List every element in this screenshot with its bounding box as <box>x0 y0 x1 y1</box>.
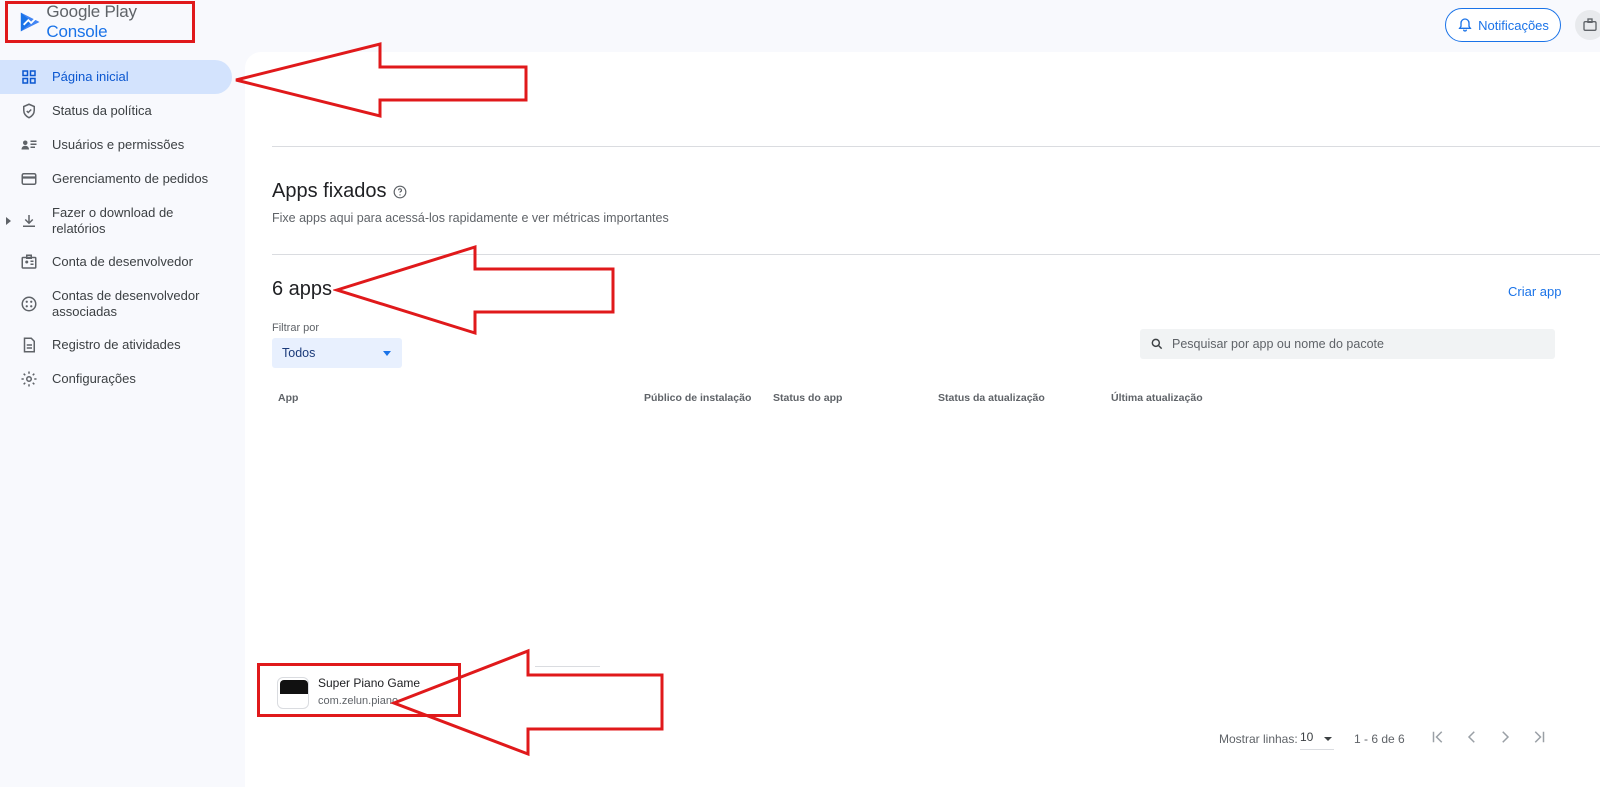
top-app-bar: Google Play Console Notificações <box>0 0 1600 50</box>
dropdown-caret-icon <box>1324 737 1332 741</box>
id-badge-icon <box>20 253 38 271</box>
sidebar-item-label: Contas de desenvolvedor associadas <box>52 287 200 319</box>
create-app-link[interactable]: Criar app <box>1508 284 1561 299</box>
users-list-icon <box>20 136 38 154</box>
sidebar-item-label: Conta de desenvolvedor <box>52 254 193 269</box>
sidebar-item-developer-account[interactable]: Conta de desenvolvedor <box>0 245 240 279</box>
gear-icon <box>20 370 38 388</box>
sidebar-item-linked-accounts[interactable]: Contas de desenvolvedor associadas <box>0 279 240 328</box>
notifications-button[interactable]: Notificações <box>1445 8 1561 42</box>
annotation-box-app-row <box>257 663 461 717</box>
filter-dropdown[interactable]: Todos <box>272 338 402 368</box>
credit-card-icon <box>20 170 38 188</box>
google-play-console-logo[interactable]: Google Play Console <box>5 1 195 43</box>
row-separator <box>535 666 600 667</box>
brand-name: Google Play Console <box>46 2 192 42</box>
sidebar-item-orders[interactable]: Gerenciamento de pedidos <box>0 162 240 196</box>
download-icon <box>20 212 38 230</box>
apps-count-title: 6 apps <box>272 278 333 300</box>
brand-google-play: Google Play <box>46 2 137 21</box>
sidebar-item-label: Página inicial <box>52 69 129 84</box>
chevron-right-icon <box>1502 731 1510 743</box>
column-header-app-status[interactable]: Status do app <box>773 392 842 404</box>
chevron-left-icon <box>1467 731 1475 743</box>
rows-per-page-value: 10 <box>1300 730 1314 744</box>
dropdown-caret-icon <box>383 351 391 356</box>
linked-accounts-icon <box>20 295 38 313</box>
sidebar-item-home[interactable]: Página inicial <box>0 60 232 94</box>
bell-icon <box>1458 18 1472 32</box>
sidebar-item-label: Fazer o download de relatórios <box>52 204 174 236</box>
filter-label: Filtrar por <box>272 322 320 334</box>
rows-per-page-label: Mostrar linhas: <box>1219 732 1298 746</box>
sidebar-item-label: Usuários e permissões <box>52 137 185 152</box>
shield-icon <box>20 102 38 120</box>
sidebar-item-activity-log[interactable]: Registro de atividades <box>0 328 240 362</box>
section-divider <box>272 146 1600 147</box>
sidebar-item-users[interactable]: Usuários e permissões <box>0 128 240 162</box>
notifications-label: Notificações <box>1478 17 1549 33</box>
sidebar-item-settings[interactable]: Configurações <box>0 362 240 396</box>
pinned-apps-title: Apps fixados <box>272 180 407 203</box>
sidebar-item-label: Configurações <box>52 371 136 386</box>
sidebar-item-reports[interactable]: Fazer o download de relatórios <box>0 196 240 245</box>
next-page-button[interactable] <box>1495 727 1515 747</box>
column-header-app[interactable]: App <box>278 392 298 404</box>
app-search-input[interactable]: Pesquisar por app ou nome do pacote <box>1140 329 1555 359</box>
filter-value: Todos <box>282 346 316 360</box>
document-icon <box>20 336 38 354</box>
column-header-last-update[interactable]: Última atualização <box>1111 392 1203 404</box>
sidebar-item-label: Status da política <box>52 103 152 118</box>
column-header-install-audience[interactable]: Público de instalação <box>644 392 751 404</box>
pagination-range: 1 - 6 de 6 <box>1354 732 1405 746</box>
last-page-button[interactable] <box>1529 727 1549 747</box>
first-page-icon <box>1432 731 1443 743</box>
brand-console: Console <box>46 22 108 41</box>
dashboard-icon <box>20 68 38 86</box>
rows-per-page-select[interactable]: 10 <box>1300 730 1334 750</box>
sidebar-item-policy-status[interactable]: Status da política <box>0 94 240 128</box>
account-button[interactable] <box>1575 10 1600 40</box>
sidebar-item-label: Registro de atividades <box>52 337 181 352</box>
badge-icon <box>1583 18 1597 31</box>
help-icon[interactable] <box>393 185 407 199</box>
first-page-button[interactable] <box>1428 727 1448 747</box>
search-placeholder: Pesquisar por app ou nome do pacote <box>1172 337 1384 351</box>
expand-arrow-icon[interactable] <box>6 216 11 225</box>
play-console-logo-icon <box>20 12 40 32</box>
search-icon <box>1151 338 1163 350</box>
previous-page-button[interactable] <box>1462 727 1482 747</box>
pinned-apps-subtitle: Fixe apps aqui para acessá-los rapidamen… <box>272 211 669 225</box>
sidebar-nav: Página inicial Status da política Usuári… <box>0 60 240 396</box>
section-divider <box>272 254 1600 255</box>
play-console-page: Google Play Console Notificações Página … <box>0 0 1600 787</box>
last-page-icon <box>1534 731 1545 743</box>
sidebar-item-label: Gerenciamento de pedidos <box>52 171 209 186</box>
pinned-apps-title-text: Apps fixados <box>272 180 387 202</box>
column-header-update-status[interactable]: Status da atualização <box>938 392 1045 404</box>
